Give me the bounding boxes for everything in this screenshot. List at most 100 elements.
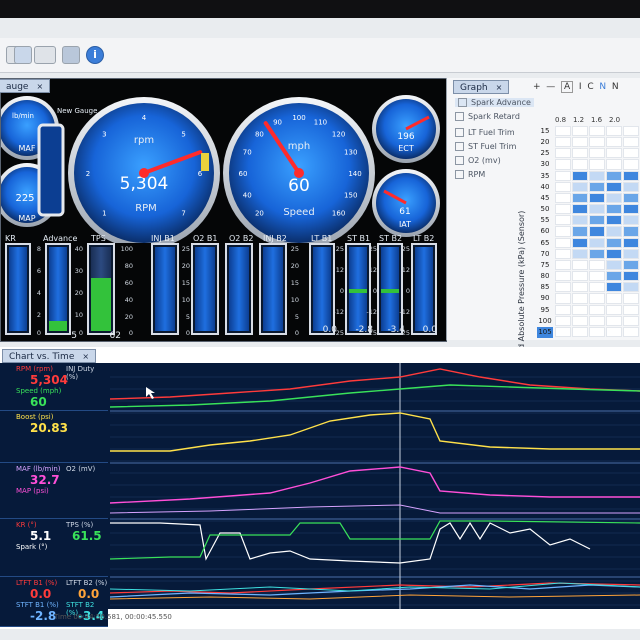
map-cell[interactable] — [606, 226, 622, 237]
map-cell[interactable] — [606, 248, 622, 259]
map-cell[interactable] — [606, 137, 622, 148]
map-cell[interactable] — [589, 204, 605, 215]
zoom-icon[interactable] — [14, 46, 32, 64]
map-cell[interactable] — [589, 181, 605, 192]
chart-legend-row[interactable]: MAF (lb/min) MAP (psi) 32.7 O2 (mV) — [0, 463, 108, 519]
map-cell[interactable] — [606, 326, 622, 337]
map-cell[interactable] — [606, 315, 622, 326]
map-cell[interactable] — [606, 204, 622, 215]
chart-legend-row[interactable]: KR (°) Spark (°) 5.1 TPS (%) 61.5 — [0, 519, 108, 577]
map-cell[interactable] — [623, 192, 639, 204]
map-cell[interactable] — [623, 204, 639, 215]
map-cell[interactable] — [589, 315, 605, 326]
map-cell[interactable] — [589, 248, 605, 259]
map-cell[interactable] — [623, 271, 639, 282]
map-cell[interactable] — [572, 326, 588, 337]
map-cell[interactable] — [589, 192, 605, 204]
map-cell[interactable] — [572, 192, 588, 204]
map-cell[interactable] — [606, 215, 622, 226]
map-cell[interactable] — [572, 226, 588, 237]
map-cell[interactable] — [623, 259, 639, 271]
wave-tool-icon[interactable]: N — [599, 82, 606, 92]
map-cell[interactable] — [589, 137, 605, 148]
add-icon[interactable]: + — [533, 82, 541, 92]
map-cell[interactable] — [555, 148, 571, 159]
map-cell[interactable] — [555, 170, 571, 181]
graph-item-spark-advance[interactable]: Spark Advance — [455, 98, 534, 107]
map-cell[interactable] — [555, 181, 571, 192]
map-cell[interactable] — [572, 159, 588, 170]
tab-chart[interactable]: Chart vs. Time × — [2, 349, 97, 363]
map-cell[interactable] — [606, 282, 622, 293]
map-cell[interactable] — [555, 304, 571, 315]
map-cell[interactable] — [555, 293, 571, 304]
tab-gauge[interactable]: auge × — [0, 79, 51, 93]
map-cell[interactable] — [623, 137, 639, 148]
map-cell[interactable] — [589, 215, 605, 226]
map-cell[interactable] — [606, 126, 622, 137]
map-cell[interactable] — [555, 126, 571, 137]
map-cell[interactable] — [623, 248, 639, 259]
map-cell[interactable] — [589, 326, 605, 337]
map-cell[interactable] — [555, 259, 571, 271]
map-cell[interactable] — [623, 226, 639, 237]
map-cell[interactable] — [589, 159, 605, 170]
map-cell[interactable] — [589, 226, 605, 237]
map-cell[interactable] — [572, 304, 588, 315]
map-cell[interactable] — [606, 293, 622, 304]
map-cell[interactable] — [555, 248, 571, 259]
map-cell[interactable] — [555, 137, 571, 148]
map-cell[interactable] — [606, 170, 622, 181]
map-cell[interactable] — [623, 315, 639, 326]
text-tool-icon[interactable]: A — [561, 81, 574, 93]
save-icon[interactable] — [62, 46, 80, 64]
map-cell[interactable] — [623, 181, 639, 192]
map-cell[interactable] — [606, 181, 622, 192]
tab-graph[interactable]: Graph × — [453, 80, 510, 94]
map-cell[interactable] — [555, 282, 571, 293]
map-cell[interactable] — [572, 215, 588, 226]
wave2-tool-icon[interactable]: N — [612, 82, 619, 92]
info-icon[interactable]: i — [86, 46, 104, 64]
map-cell[interactable] — [555, 237, 571, 248]
map-cell[interactable] — [555, 192, 571, 204]
graph-item-st-fuel-trim[interactable]: ST Fuel Trim — [455, 142, 516, 151]
map-cell[interactable] — [572, 148, 588, 159]
close-icon[interactable]: × — [496, 83, 503, 92]
map-cell[interactable] — [623, 237, 639, 248]
map-cell[interactable] — [589, 293, 605, 304]
map-cell[interactable] — [555, 271, 571, 282]
map-cell[interactable] — [623, 159, 639, 170]
map-cell[interactable] — [572, 237, 588, 248]
map-cell[interactable] — [623, 126, 639, 137]
map-cell[interactable] — [589, 259, 605, 271]
cursor-tool-icon[interactable]: I — [579, 82, 582, 92]
map-cell[interactable] — [589, 170, 605, 181]
settings-icon[interactable] — [34, 46, 56, 64]
map-cell[interactable] — [555, 204, 571, 215]
map-cell[interactable] — [606, 159, 622, 170]
map-cell[interactable] — [589, 237, 605, 248]
map-cell[interactable] — [606, 259, 622, 271]
color-tool-icon[interactable]: C — [587, 82, 593, 92]
map-cell[interactable] — [623, 326, 639, 337]
map-cell[interactable] — [623, 170, 639, 181]
map-cell[interactable] — [606, 237, 622, 248]
map-cell[interactable] — [589, 126, 605, 137]
map-cell[interactable] — [572, 315, 588, 326]
map-cell[interactable] — [606, 271, 622, 282]
map-cell[interactable] — [572, 271, 588, 282]
map-cell[interactable] — [572, 204, 588, 215]
map-cell[interactable] — [572, 137, 588, 148]
map-cell[interactable] — [572, 259, 588, 271]
map-cell[interactable] — [572, 282, 588, 293]
map-cell[interactable] — [606, 304, 622, 315]
map-cell[interactable] — [623, 304, 639, 315]
graph-item-spark-retard[interactable]: Spark Retard — [455, 112, 520, 121]
map-cell[interactable] — [589, 304, 605, 315]
map-cell[interactable] — [555, 315, 571, 326]
map-cell[interactable] — [606, 192, 622, 204]
map-cell[interactable] — [555, 326, 571, 337]
chart-legend-row[interactable]: Boost (psi) 20.83 — [0, 411, 108, 463]
map-cell[interactable] — [555, 215, 571, 226]
